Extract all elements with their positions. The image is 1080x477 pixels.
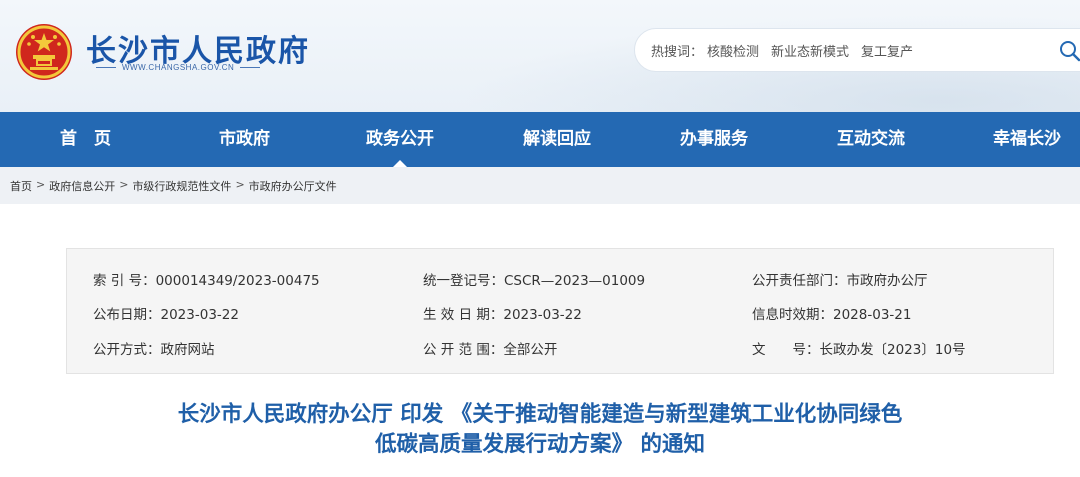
- site-domain: WWW.CHANGSHA.GOV.CN: [122, 63, 235, 72]
- document-title: 长沙市人民政府办公厅 印发 《关于推动智能建造与新型建筑工业化协同绿色 低碳高质…: [40, 400, 1040, 460]
- nav-item-interaction[interactable]: 互动交流: [837, 112, 905, 167]
- search-icon[interactable]: [1059, 40, 1080, 62]
- document-title-line: 低碳高质量发展行动方案》 的通知: [375, 432, 705, 457]
- info-value: 000014349/2023-00475: [155, 273, 320, 289]
- nav-item-city-government[interactable]: 市政府: [219, 112, 270, 167]
- breadcrumb-link-gov-info[interactable]: 政府信息公开: [49, 178, 115, 194]
- breadcrumb-link-normative-docs[interactable]: 市级行政规范性文件: [132, 178, 231, 194]
- hot-search-term[interactable]: 核酸检测: [707, 41, 759, 60]
- info-effective-date: 生 效 日 期：2023-03-22: [423, 303, 582, 323]
- document-title-line: 长沙市人民政府办公厅 印发 《关于推动智能建造与新型建筑工业化协同绿色: [177, 402, 903, 427]
- nav-item-home[interactable]: 首 页: [60, 112, 111, 167]
- main-nav: 首 页 市政府 政务公开 解读回应 办事服务 互动交流 幸福长沙: [0, 112, 1080, 167]
- site-domain-row: WWW.CHANGSHA.GOV.CN: [96, 63, 261, 72]
- info-label: 公布日期：: [93, 307, 161, 323]
- info-registration-number: 统一登记号：CSCR—2023—01009: [423, 269, 645, 289]
- hot-search-label: 热搜词：: [651, 44, 704, 60]
- info-label: 生 效 日 期：: [423, 307, 504, 323]
- national-emblem-icon[interactable]: [14, 22, 74, 82]
- info-label: 公开责任部门：: [752, 273, 847, 289]
- breadcrumb-link-office-docs[interactable]: 市政府办公厅文件: [249, 178, 337, 194]
- info-document-number: 文 号：长政办发〔2023〕10号: [752, 338, 966, 358]
- info-value: 长政办发〔2023〕10号: [819, 342, 966, 358]
- divider-line: [240, 67, 261, 68]
- info-label: 统一登记号：: [423, 273, 504, 289]
- info-validity-period: 信息时效期：2028-03-21: [752, 303, 911, 323]
- info-value: 市政府办公厅: [846, 273, 928, 289]
- search-box[interactable]: 热搜词： 核酸检测 新业态新模式 复工复产: [634, 28, 1080, 72]
- info-label: 公 开 范 围：: [423, 342, 504, 358]
- info-index-number: 索 引 号：000014349/2023-00475: [93, 269, 320, 289]
- info-label: 文 号：: [752, 342, 820, 358]
- info-publish-date: 公布日期：2023-03-22: [93, 303, 239, 323]
- info-publish-method: 公开方式：政府网站: [93, 338, 215, 358]
- info-value: 2028-03-21: [833, 307, 912, 323]
- info-label: 公开方式：: [93, 342, 161, 358]
- breadcrumb-separator: >: [36, 178, 46, 191]
- breadcrumb: 首页 > 政府信息公开 > 市级行政规范性文件 > 市政府办公厅文件: [10, 178, 337, 194]
- info-responsible-department: 公开责任部门：市政府办公厅: [752, 269, 928, 289]
- breadcrumb-bar: 首页 > 政府信息公开 > 市级行政规范性文件 > 市政府办公厅文件: [0, 167, 1080, 204]
- document-info-table: 索 引 号：000014349/2023-00475 统一登记号：CSCR—20…: [66, 248, 1054, 374]
- breadcrumb-separator: >: [119, 178, 129, 191]
- hot-search-term[interactable]: 复工复产: [861, 41, 913, 60]
- nav-item-interpretation[interactable]: 解读回应: [523, 112, 591, 167]
- info-value: 2023-03-22: [503, 307, 582, 323]
- site-header: 长沙市人民政府 WWW.CHANGSHA.GOV.CN 热搜词： 核酸检测 新业…: [0, 0, 1080, 112]
- info-label: 信息时效期：: [752, 307, 833, 323]
- info-value: 政府网站: [160, 342, 215, 358]
- nav-item-services[interactable]: 办事服务: [680, 112, 748, 167]
- hot-search-term[interactable]: 新业态新模式: [771, 41, 849, 60]
- breadcrumb-separator: >: [235, 178, 245, 191]
- breadcrumb-link-home[interactable]: 首页: [10, 178, 32, 194]
- nav-item-government-affairs[interactable]: 政务公开: [366, 112, 434, 167]
- divider-line: [96, 67, 116, 68]
- info-value: CSCR—2023—01009: [504, 273, 646, 289]
- info-publish-scope: 公 开 范 围：全部公开: [423, 338, 557, 358]
- info-label: 索 引 号：: [93, 273, 156, 289]
- info-value: 2023-03-22: [160, 307, 239, 323]
- nav-item-happy-changsha[interactable]: 幸福长沙: [993, 112, 1061, 167]
- info-value: 全部公开: [503, 342, 558, 358]
